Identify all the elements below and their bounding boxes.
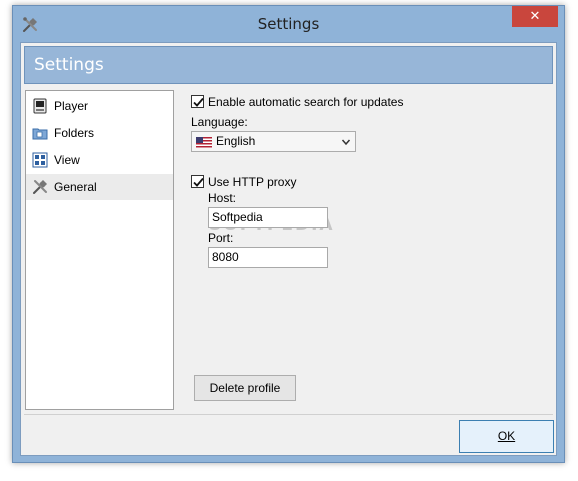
language-select[interactable]: English bbox=[191, 131, 356, 152]
use-proxy-checkbox[interactable] bbox=[191, 175, 204, 188]
general-settings-panel: Enable automatic search for updates Lang… bbox=[191, 90, 551, 410]
tools-icon bbox=[32, 179, 48, 195]
close-button[interactable]: ✕ bbox=[512, 6, 558, 27]
delete-profile-button[interactable]: Delete profile bbox=[194, 375, 296, 401]
check-icon bbox=[193, 177, 204, 187]
port-input[interactable]: 8080 bbox=[208, 247, 328, 268]
window-title: Settings bbox=[257, 15, 320, 33]
sidebar-item-label: General bbox=[54, 180, 97, 194]
sidebar-item-view[interactable]: View bbox=[26, 147, 173, 173]
client-area: Settings Player Folders View General Ena… bbox=[20, 42, 557, 456]
language-label: Language: bbox=[191, 115, 248, 129]
player-icon bbox=[32, 98, 48, 114]
use-proxy-label[interactable]: Use HTTP proxy bbox=[208, 175, 296, 189]
sidebar-item-label: Folders bbox=[54, 126, 95, 140]
auto-update-checkbox[interactable] bbox=[191, 95, 204, 108]
ok-button[interactable]: OK bbox=[459, 420, 554, 453]
sidebar-item-label: Player bbox=[54, 99, 89, 113]
sidebar-item-player[interactable]: Player bbox=[26, 93, 173, 119]
host-label: Host: bbox=[208, 191, 237, 205]
check-icon bbox=[193, 97, 204, 107]
view-icon bbox=[32, 152, 48, 168]
folder-icon bbox=[32, 125, 48, 141]
chevron-down-icon bbox=[341, 136, 351, 146]
settings-window: Settings ✕ Settings Player Folders View … bbox=[12, 5, 565, 463]
host-input[interactable]: Softpedia bbox=[208, 207, 328, 228]
ok-button-label: OK bbox=[497, 429, 516, 443]
settings-nav: Player Folders View General bbox=[25, 90, 174, 410]
language-value: English bbox=[216, 134, 256, 148]
sidebar-item-general[interactable]: General bbox=[26, 174, 173, 200]
us-flag-icon bbox=[196, 137, 212, 148]
close-icon: ✕ bbox=[529, 8, 541, 23]
divider bbox=[24, 414, 553, 415]
title-bar[interactable]: Settings ✕ bbox=[13, 6, 564, 42]
sidebar-item-label: View bbox=[54, 153, 80, 167]
sidebar-item-folders[interactable]: Folders bbox=[26, 120, 173, 146]
port-label: Port: bbox=[208, 231, 234, 245]
page-title: Settings bbox=[34, 55, 104, 75]
settings-header: Settings bbox=[24, 46, 553, 84]
auto-update-label[interactable]: Enable automatic search for updates bbox=[208, 95, 403, 109]
